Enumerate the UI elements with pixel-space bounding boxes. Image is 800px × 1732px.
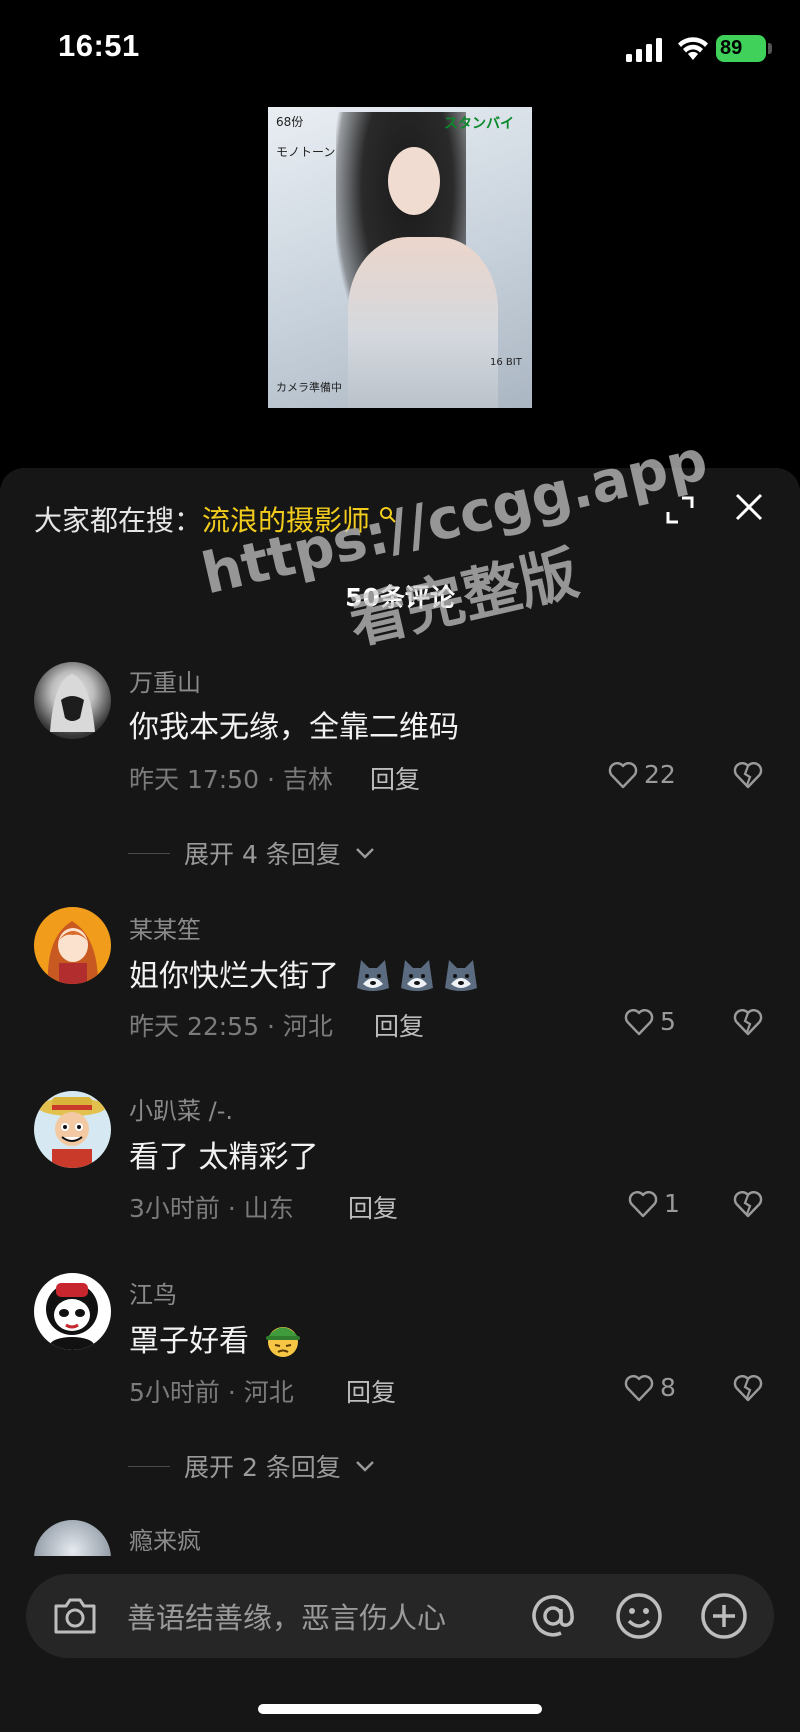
divider-line — [128, 852, 170, 854]
husky-emoji-icon — [444, 960, 477, 991]
thumbnail-label-standby: スタンバイ — [444, 116, 514, 132]
reply-button[interactable]: 回复 — [374, 1007, 424, 1043]
wifi-icon — [678, 37, 708, 60]
green-hat-emoji-icon — [265, 1327, 300, 1357]
battery-level: 89 — [716, 35, 766, 62]
comment-username[interactable]: 江鸟 — [129, 1275, 177, 1310]
anime-girl-icon — [47, 921, 98, 984]
like-button[interactable]: 1 — [628, 1189, 680, 1218]
avatar[interactable] — [34, 1091, 111, 1168]
broken-heart-icon[interactable] — [733, 760, 763, 790]
comment-input-placeholder: 善语结善缘，恶言伤人心 — [127, 1601, 447, 1635]
comments-panel: 大家都在搜：流浪的摄影师 50条评论 — [0, 468, 800, 1732]
video-thumbnail[interactable]: 68份 モノトーン スタンバイ カメラ準備中 16 BIT — [268, 107, 532, 408]
avatar[interactable] — [34, 1273, 111, 1350]
status-bar: 16:51 89 — [0, 0, 800, 100]
like-count: 1 — [664, 1189, 680, 1218]
like-count: 22 — [644, 760, 676, 789]
broken-heart-icon[interactable] — [733, 1189, 763, 1219]
expand-replies-label: 展开 4 条回复 — [184, 840, 341, 869]
comment-meta: 3小时前 · 山东 — [129, 1194, 294, 1223]
avatar[interactable] — [34, 662, 111, 739]
heart-icon — [624, 1008, 654, 1035]
chevron-down-icon — [355, 1461, 374, 1472]
comment-meta: 昨天 17:50 · 吉林 — [129, 765, 333, 794]
comment-text: 罩子好看 — [129, 1316, 303, 1360]
reply-button[interactable]: 回复 — [348, 1189, 398, 1225]
trending-search-term[interactable]: 流浪的摄影师 — [202, 504, 370, 537]
comment-input-bar: 善语结善缘，恶言伤人心 — [0, 1556, 800, 1732]
like-count: 5 — [660, 1007, 676, 1036]
battery-tip — [768, 43, 772, 54]
comment-text: 看了 太精彩了 — [129, 1140, 319, 1175]
reply-button[interactable]: 回复 — [346, 1373, 396, 1409]
thumbnail-label-camera: カメラ準備中 — [276, 381, 342, 394]
reply-button[interactable]: 回复 — [370, 760, 420, 796]
like-button[interactable]: 5 — [624, 1007, 676, 1036]
straw-hat-character-icon — [38, 1097, 106, 1168]
emoji-icon[interactable] — [614, 1591, 664, 1641]
comment-meta: 昨天 22:55 · 河北 — [129, 1012, 333, 1041]
camera-icon[interactable] — [52, 1594, 98, 1638]
comment-username[interactable]: 万重山 — [129, 663, 201, 698]
broken-heart-icon[interactable] — [733, 1373, 763, 1403]
comment-text: 你我本无缘，全靠二维码 — [129, 710, 459, 745]
divider-line — [128, 1465, 170, 1467]
thumbnail-label-bit: 16 BIT — [490, 357, 522, 368]
thumbnail-face — [388, 147, 440, 215]
avatar[interactable] — [34, 907, 111, 984]
trending-search-prefix: 大家都在搜： — [34, 504, 203, 537]
chevron-down-icon — [355, 848, 374, 859]
comment-text-body: 罩子好看 — [129, 1324, 249, 1359]
comment-meta: 5小时前 · 河北 — [129, 1378, 294, 1407]
thumbnail-label-frames: 68份 — [276, 115, 304, 129]
husky-emoji-icon — [400, 960, 433, 991]
mention-icon[interactable] — [528, 1591, 578, 1641]
expand-replies-label: 展开 2 条回复 — [184, 1453, 341, 1482]
cellular-signal-icon — [626, 38, 662, 62]
expand-replies-button[interactable]: 展开 4 条回复 — [128, 835, 375, 871]
husky-emoji-icon — [356, 960, 389, 991]
like-count: 8 — [660, 1373, 676, 1402]
comment-input[interactable]: 善语结善缘，恶言伤人心 — [26, 1574, 774, 1658]
comment-count: 50条评论 — [345, 583, 455, 612]
expand-icon[interactable] — [664, 494, 696, 526]
thumbnail-label-mode: モノトーン — [276, 145, 336, 159]
status-time: 16:51 — [58, 28, 140, 63]
heart-icon — [608, 761, 638, 788]
comment-text: 姐你快烂大街了 — [129, 951, 481, 995]
heart-icon — [628, 1190, 658, 1217]
broken-heart-icon[interactable] — [733, 1007, 763, 1037]
hooded-figure-icon — [50, 674, 95, 732]
thumbnail-figure — [348, 237, 498, 408]
comment-username[interactable]: 瘾来疯 — [129, 1521, 201, 1556]
heart-icon — [624, 1374, 654, 1401]
add-icon[interactable] — [699, 1591, 749, 1641]
expand-replies-button[interactable]: 展开 2 条回复 — [128, 1448, 375, 1484]
search-icon — [379, 507, 396, 523]
panda-character-icon — [46, 1283, 98, 1350]
comment-username[interactable]: 小趴菜 /-. — [129, 1091, 233, 1126]
home-indicator[interactable] — [258, 1704, 542, 1714]
comment-username[interactable]: 某某笙 — [129, 910, 201, 945]
trending-search[interactable]: 大家都在搜：流浪的摄影师 — [34, 499, 397, 539]
close-icon[interactable] — [734, 492, 764, 522]
comment-text-body: 姐你快烂大街了 — [129, 959, 339, 994]
like-button[interactable]: 22 — [608, 760, 676, 789]
like-button[interactable]: 8 — [624, 1373, 676, 1402]
